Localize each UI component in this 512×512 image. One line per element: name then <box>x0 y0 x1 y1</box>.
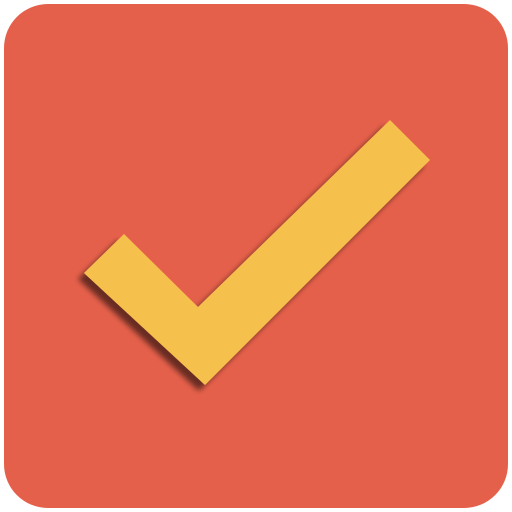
checkmark-icon <box>84 120 430 385</box>
app-icon <box>0 0 512 512</box>
checkmark-shape <box>84 120 430 385</box>
